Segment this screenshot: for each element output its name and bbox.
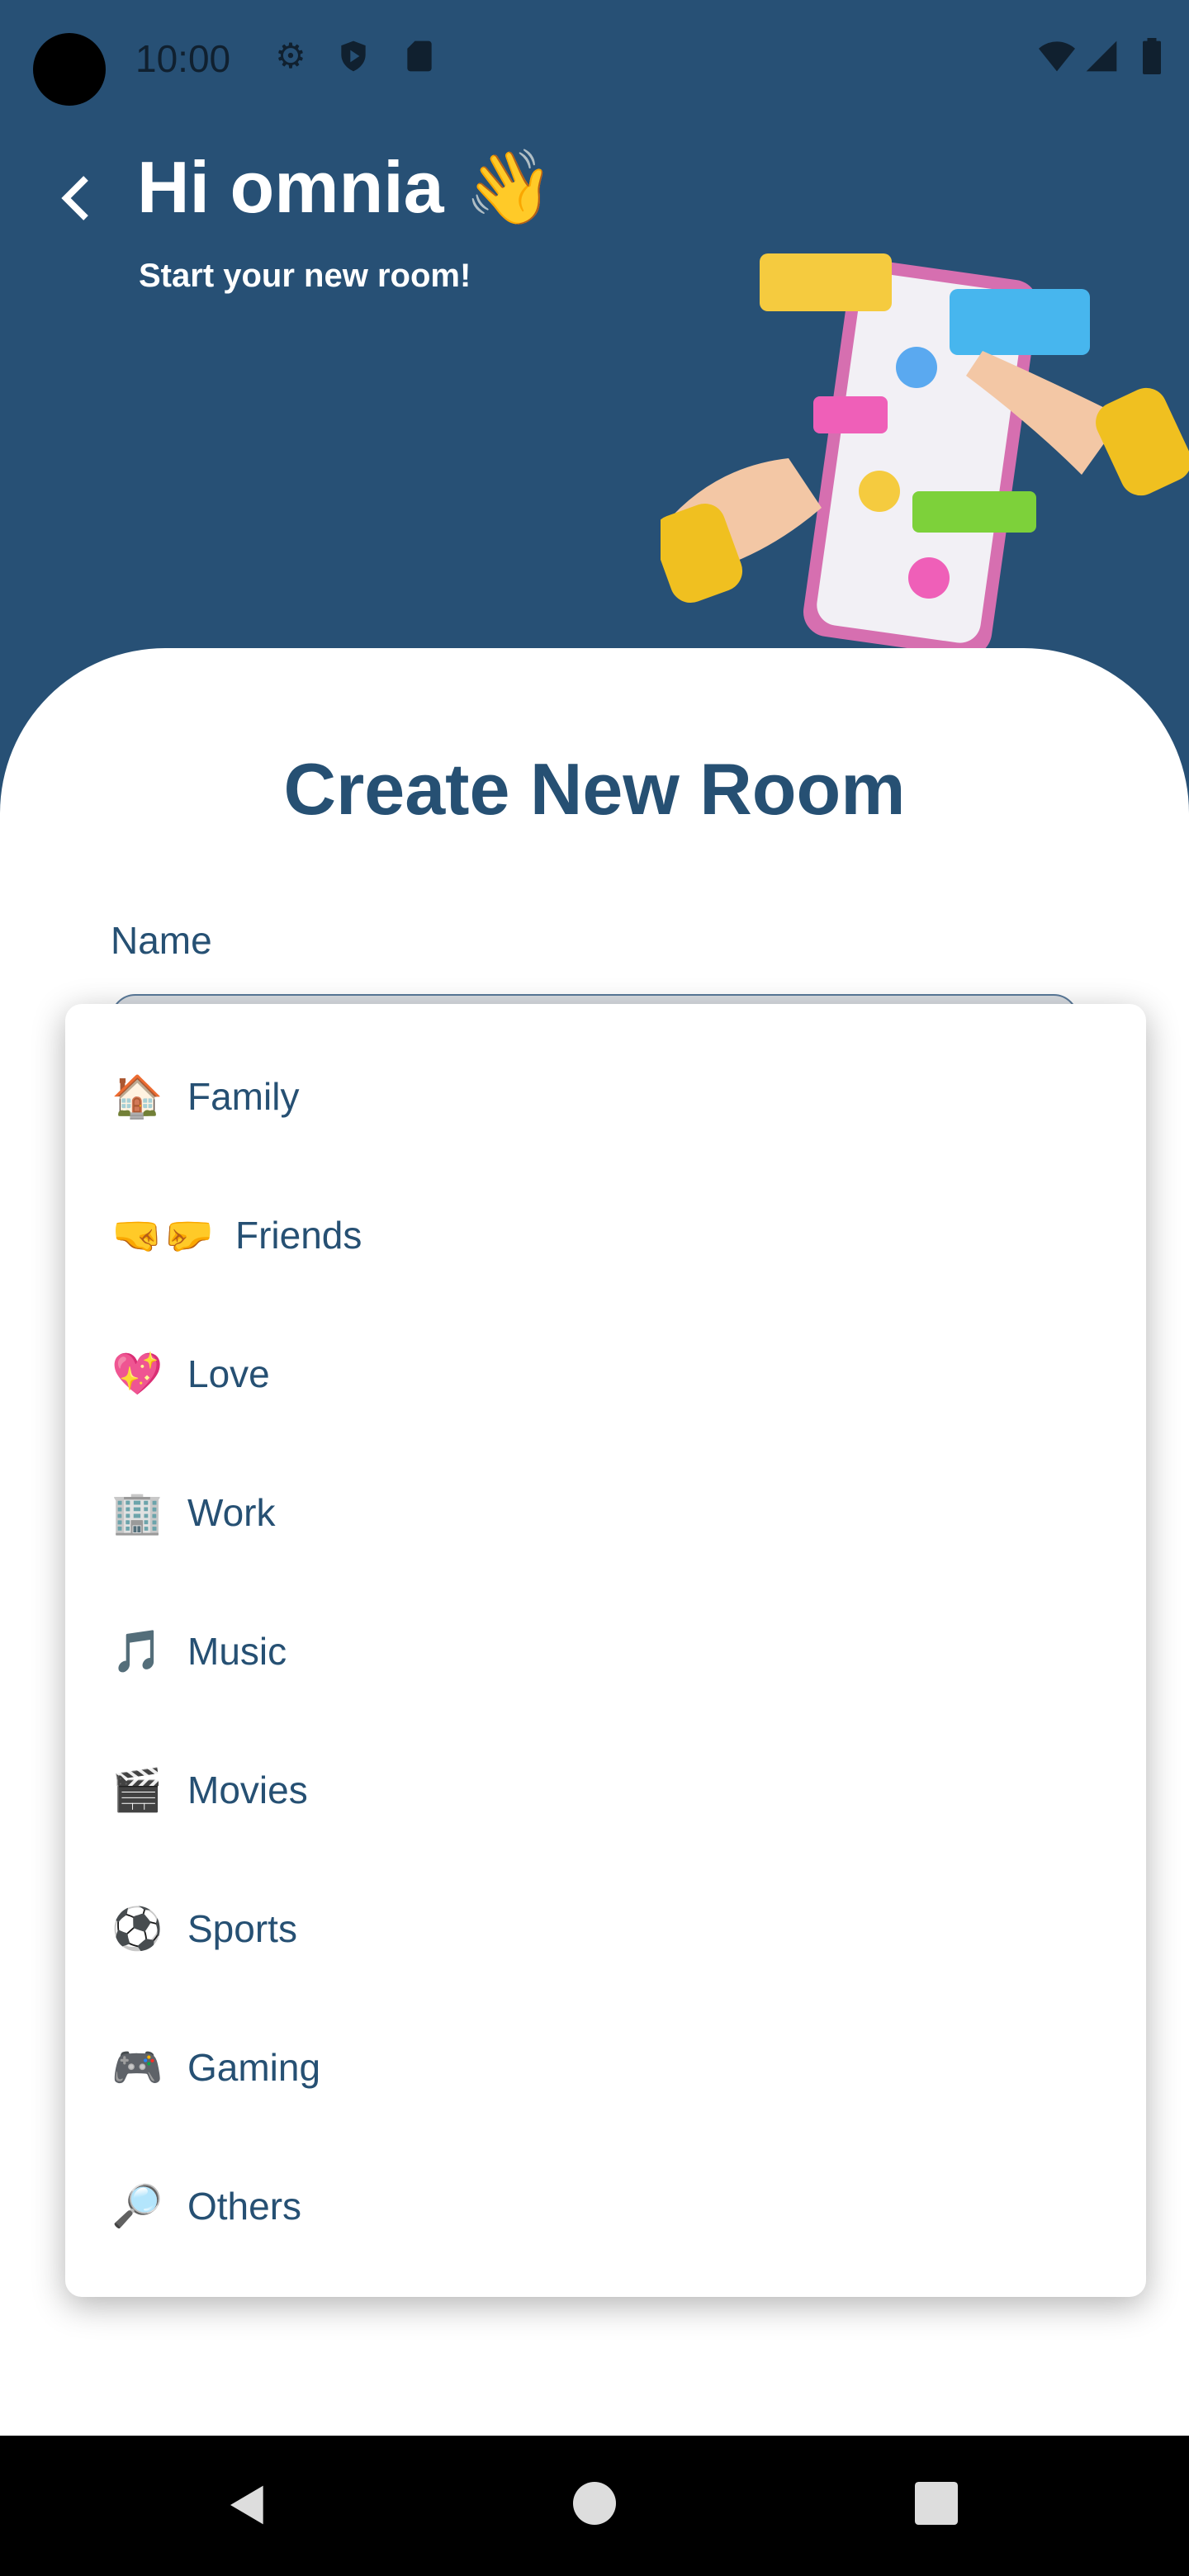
name-label: Name — [111, 919, 212, 962]
office-building-icon: 🏢 — [111, 1489, 163, 1536]
greeting-title: Hi omnia 👋 — [137, 146, 555, 228]
menu-item-label: Movies — [187, 1769, 308, 1811]
nav-recents-icon[interactable] — [915, 2482, 958, 2525]
chat-phone-illustration — [661, 253, 1189, 656]
menu-item-work[interactable]: 🏢 Work — [65, 1443, 1146, 1582]
menu-item-gaming[interactable]: 🎮 Gaming — [65, 1998, 1146, 2137]
menu-item-label: Family — [187, 1075, 300, 1118]
menu-item-friends[interactable]: 🤜🤛 Friends — [65, 1166, 1146, 1305]
menu-item-movies[interactable]: 🎬 Movies — [65, 1721, 1146, 1859]
menu-item-others[interactable]: 🔎 Others — [65, 2137, 1146, 2275]
menu-item-label: Love — [187, 1352, 270, 1395]
clapper-board-icon: 🎬 — [111, 1766, 163, 1813]
sd-card-icon — [407, 40, 432, 72]
menu-item-family[interactable]: 🏠 Family — [65, 1027, 1146, 1166]
nav-home-icon[interactable] — [573, 2482, 616, 2525]
menu-item-sports[interactable]: ⚽ Sports — [65, 1859, 1146, 1998]
menu-item-label: Friends — [235, 1214, 362, 1257]
fist-bump-icon: 🤜🤛 — [111, 1211, 215, 1258]
category-dropdown-menu: 🏠 Family 🤜🤛 Friends 💖 Love 🏢 Work 🎵 Music 🎬 Mo… — [65, 1004, 1146, 2297]
soccer-ball-icon: ⚽ — [111, 1905, 163, 1952]
battery-icon — [1143, 38, 1161, 74]
menu-item-love[interactable]: 💖 Love — [65, 1305, 1146, 1443]
shield-play-icon — [341, 40, 366, 72]
back-arrow-icon[interactable] — [50, 165, 99, 231]
menu-item-music[interactable]: 🎵 Music — [65, 1582, 1146, 1721]
menu-item-label: Work — [187, 1491, 276, 1534]
menu-item-label: Others — [187, 2185, 302, 2228]
settings-icon: ⚙ — [275, 36, 306, 75]
create-room-title: Create New Room — [283, 748, 906, 830]
magnifier-icon: 🔎 — [111, 2182, 163, 2229]
heart-icon: 💖 — [111, 1350, 163, 1397]
greeting-subtitle: Start your new room! — [139, 258, 471, 294]
menu-item-label: Sports — [187, 1907, 297, 1950]
system-nav-bar — [0, 2436, 1189, 2576]
status-time: 10:00 — [135, 37, 231, 80]
camera-cutout — [33, 33, 106, 106]
menu-item-label: Gaming — [187, 2046, 321, 2089]
signal-icon — [1086, 40, 1117, 72]
music-note-icon: 🎵 — [111, 1627, 163, 1674]
nav-back-icon[interactable] — [225, 2482, 271, 2528]
house-icon: 🏠 — [111, 1073, 163, 1120]
game-controller-icon: 🎮 — [111, 2043, 163, 2091]
menu-item-label: Music — [187, 1630, 287, 1673]
wifi-icon — [1039, 41, 1075, 72]
